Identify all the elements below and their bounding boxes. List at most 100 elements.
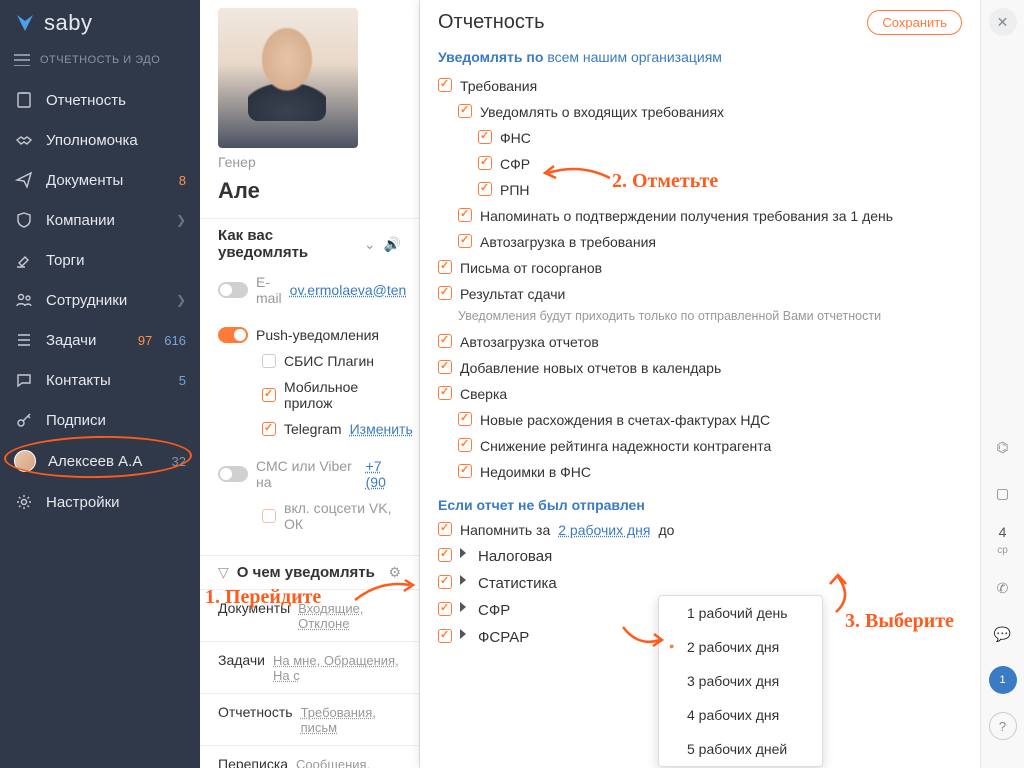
nav-user-profile[interactable]: Алексеев А.А 32 <box>0 440 200 482</box>
checkbox[interactable] <box>438 575 452 589</box>
ck-requirements[interactable]: Требования <box>420 73 980 99</box>
help-icon[interactable]: ? <box>989 712 1017 740</box>
email-toggle-row[interactable]: E-mail ov.ermolaeva@ten <box>200 269 419 311</box>
ck-result[interactable]: Результат сдачи <box>420 281 980 307</box>
checkbox[interactable] <box>458 438 472 452</box>
ck-sfr[interactable]: СФР <box>420 151 980 177</box>
ck-stat[interactable]: Статистика <box>420 570 980 597</box>
expand-icon[interactable] <box>460 629 466 639</box>
note-icon[interactable]: ▢ <box>989 479 1017 507</box>
expand-icon[interactable] <box>460 548 466 558</box>
sms-phone[interactable]: +7 (90 <box>366 458 401 490</box>
checkbox[interactable] <box>262 354 276 368</box>
checkbox[interactable] <box>478 182 492 196</box>
checkbox[interactable] <box>438 548 452 562</box>
checkbox[interactable] <box>458 464 472 478</box>
category-row[interactable]: Документы Входящие, Отклоне <box>200 589 419 641</box>
category-row[interactable]: Задачи На мне, Обращения, На с <box>200 641 419 693</box>
ck-reconcil[interactable]: Сверка <box>420 381 980 407</box>
checkbox[interactable] <box>438 334 452 348</box>
ck-autoload-rep[interactable]: Автозагрузка отчетов <box>420 329 980 355</box>
checkbox[interactable] <box>262 422 276 436</box>
ck-fns[interactable]: ФНС <box>420 125 980 151</box>
checkbox[interactable] <box>438 629 452 643</box>
dropdown-option[interactable]: 5 рабочих дней <box>659 732 822 766</box>
ck-add-calendar[interactable]: Добавление новых отчетов в календарь <box>420 355 980 381</box>
ck-arrears[interactable]: Недоимки в ФНС <box>420 459 980 485</box>
ck-remind-confirm[interactable]: Напоминать о подтверждении получения тре… <box>420 203 980 229</box>
checkbox[interactable] <box>458 104 472 118</box>
checkbox[interactable] <box>458 412 472 426</box>
nav-employees[interactable]: Сотрудники ❯ <box>0 280 200 320</box>
sound-icon[interactable]: 🔊 <box>384 236 401 253</box>
checkbox[interactable] <box>478 156 492 170</box>
checkbox[interactable] <box>262 388 276 402</box>
nav-companies[interactable]: Компании ❯ <box>0 200 200 240</box>
calendar-widget[interactable]: 4ср <box>997 525 1008 556</box>
nav-contacts[interactable]: Контакты 5 <box>0 360 200 400</box>
save-button[interactable]: Сохранить <box>867 10 962 35</box>
ck-autoload-req[interactable]: Автозагрузка в требования <box>420 229 980 255</box>
toggle-sms[interactable] <box>218 466 248 482</box>
chevron-down-icon[interactable]: ⌄ <box>364 236 376 253</box>
nav-tasks[interactable]: Задачи 97 616 <box>0 320 200 360</box>
mobile-app-row[interactable]: Мобильное прилож <box>200 374 419 416</box>
checkbox[interactable] <box>438 360 452 374</box>
nav-signatures[interactable]: Подписи <box>0 400 200 440</box>
settings-icon[interactable]: ⚙ <box>388 564 401 581</box>
sms-toggle-row[interactable]: СМС или Viber на +7 (90 <box>200 442 419 495</box>
chat-icon[interactable]: 💬 <box>989 620 1017 648</box>
org-tree-icon[interactable]: ⌬ <box>989 433 1017 461</box>
category-detail[interactable]: Сообщения, Каналы <box>296 757 401 768</box>
category-detail[interactable]: На мне, Обращения, На с <box>273 653 401 683</box>
ck-nds[interactable]: Новые расхождения в счетах-фактурах НДС <box>420 407 980 433</box>
nav-reports[interactable]: Отчетность <box>0 80 200 120</box>
checkbox[interactable] <box>262 509 276 523</box>
checkbox[interactable] <box>478 130 492 144</box>
checkbox[interactable] <box>438 260 452 274</box>
expand-icon[interactable] <box>460 602 466 612</box>
category-row[interactable]: Переписка Сообщения, Каналы <box>200 745 419 768</box>
ck-letters[interactable]: Письма от госорганов <box>420 255 980 281</box>
toggle-email[interactable] <box>218 282 248 298</box>
category-detail[interactable]: Требования, письм <box>301 705 401 735</box>
telegram-change[interactable]: Изменить <box>350 421 413 437</box>
checkbox[interactable] <box>438 522 452 536</box>
dropdown-option[interactable]: 3 рабочих дня <box>659 664 822 698</box>
days-dropdown[interactable]: 1 рабочий день 2 рабочих дня 3 рабочих д… <box>658 595 823 767</box>
checkbox[interactable] <box>458 208 472 222</box>
ck-rpn[interactable]: РПН <box>420 177 980 203</box>
menu-icon[interactable] <box>14 54 30 66</box>
cart-icon[interactable]: 1 <box>989 666 1017 694</box>
sidebar-subtitle[interactable]: ОТЧЕТНОСТЬ И ЭДО <box>0 46 200 80</box>
dropdown-option[interactable]: 1 рабочий день <box>659 596 822 630</box>
ck-tax[interactable]: Налоговая <box>420 543 980 570</box>
category-detail[interactable]: Входящие, Отклоне <box>298 601 401 631</box>
org-scope-link[interactable]: всем нашим организациям <box>547 49 722 65</box>
push-toggle-row[interactable]: Push-уведомления <box>200 311 419 348</box>
checkbox[interactable] <box>458 234 472 248</box>
dropdown-option[interactable]: 2 рабочих дня <box>659 630 822 664</box>
nav-documents[interactable]: Документы 8 <box>0 160 200 200</box>
toggle-push[interactable] <box>218 327 248 343</box>
checkbox[interactable] <box>438 286 452 300</box>
close-icon[interactable]: ✕ <box>989 8 1017 36</box>
sbis-plugin-row[interactable]: СБИС Плагин <box>200 348 419 374</box>
email-link[interactable]: ov.ermolaeva@ten <box>290 282 407 298</box>
expand-icon[interactable] <box>460 575 466 585</box>
category-row[interactable]: Отчетность Требования, письм <box>200 693 419 745</box>
checkbox[interactable] <box>438 602 452 616</box>
nav-tenders[interactable]: Торги <box>0 240 200 280</box>
remind-days-link[interactable]: 2 рабочих дня <box>558 522 650 538</box>
ck-rating[interactable]: Снижение рейтинга надежности контрагента <box>420 433 980 459</box>
ck-incoming-req[interactable]: Уведомлять о входящих требованиях <box>420 99 980 125</box>
profile-photo[interactable] <box>218 8 358 148</box>
nav-settings[interactable]: Настройки <box>0 482 200 522</box>
telegram-row[interactable]: Telegram Изменить <box>200 416 419 442</box>
checkbox[interactable] <box>438 386 452 400</box>
filter-icon[interactable]: ▽ <box>218 564 229 581</box>
phone-icon[interactable]: ✆ <box>989 574 1017 602</box>
dropdown-option[interactable]: 4 рабочих дня <box>659 698 822 732</box>
nav-authorization[interactable]: Уполномочка <box>0 120 200 160</box>
ck-remind-in[interactable]: Напомнить за 2 рабочих дня до <box>420 517 980 543</box>
